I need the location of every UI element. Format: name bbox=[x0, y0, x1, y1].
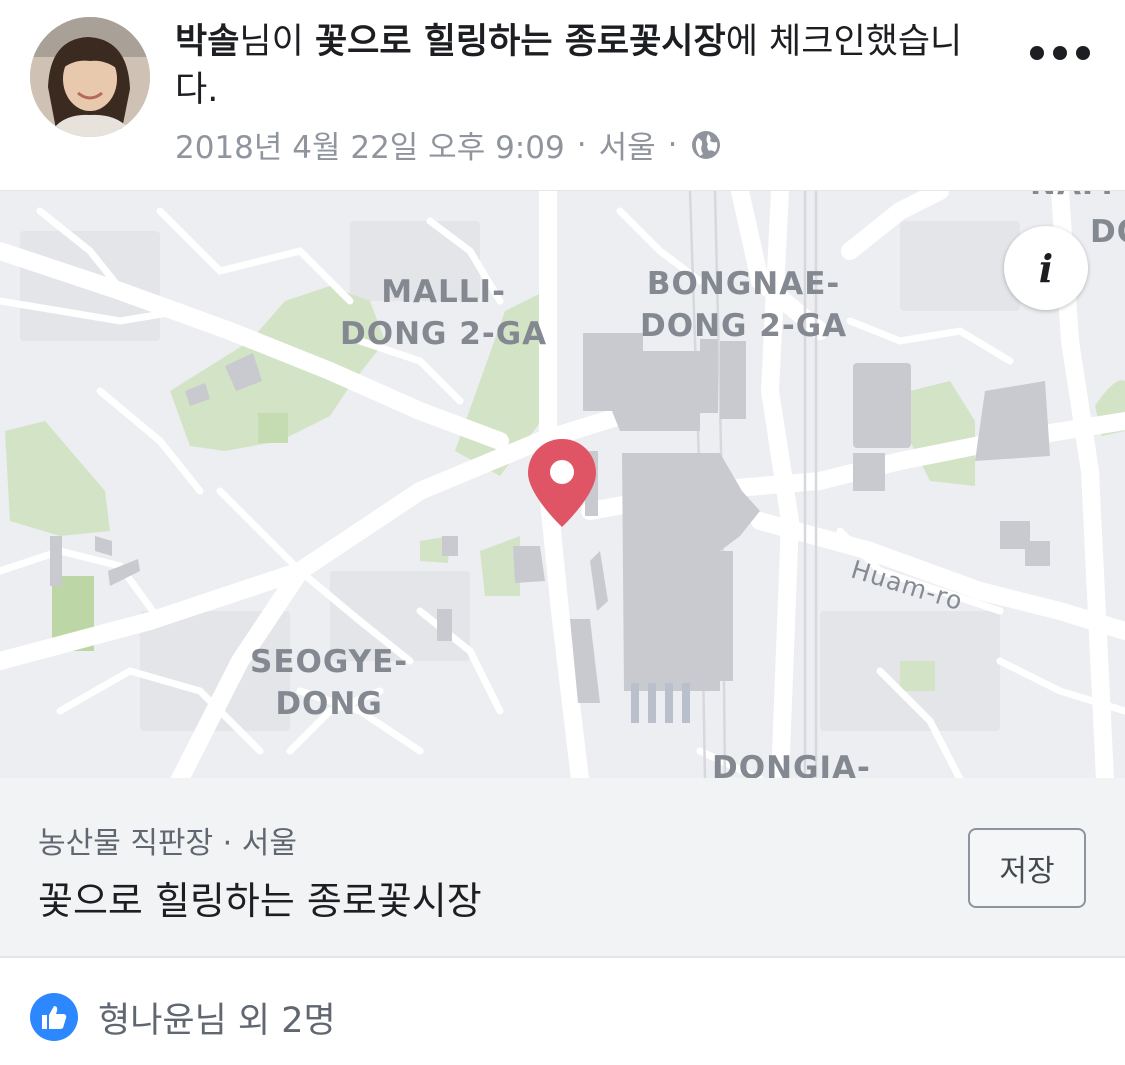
place-name[interactable]: 꽃으로 힐링하는 종로꽃시장 bbox=[38, 870, 482, 925]
more-dot bbox=[1030, 46, 1044, 60]
headline-connector: 님이 bbox=[239, 22, 315, 62]
avatar[interactable] bbox=[30, 17, 150, 137]
map-label-dongja: DONGJA- bbox=[712, 750, 871, 779]
place-category: 농산물 직판장 · 서울 bbox=[38, 826, 297, 861]
post-header: 박솔님이 꽃으로 힐링하는 종로꽃시장에 체크인했습니다. 2018년 4월 2… bbox=[0, 0, 1125, 190]
map-label-seogye: SEOGYE- DONG bbox=[250, 644, 409, 722]
map[interactable]: MALLI- DONG 2-GA BONGNAE- DONG 2-GA SEOG… bbox=[0, 190, 1125, 779]
more-dot bbox=[1076, 46, 1090, 60]
place-link[interactable]: 꽃으로 힐링하는 종로꽃시장 bbox=[315, 22, 726, 62]
globe-icon[interactable] bbox=[691, 130, 721, 160]
more-dot bbox=[1053, 46, 1067, 60]
map-label-malli: MALLI- DONG 2-GA bbox=[340, 274, 548, 352]
meta-separator: · bbox=[667, 126, 678, 163]
location-pin-icon[interactable] bbox=[526, 437, 598, 529]
info-icon: i bbox=[1038, 245, 1054, 291]
reactions-text: 형나윤님 외 2명 bbox=[98, 1000, 336, 1041]
avatar-photo bbox=[30, 17, 150, 137]
save-button[interactable]: 저장 bbox=[968, 828, 1086, 908]
like-icon bbox=[30, 993, 78, 1041]
more-options-icon[interactable] bbox=[1030, 38, 1090, 68]
map-label-bongnae: BONGNAE- DONG 2-GA bbox=[640, 266, 848, 344]
post-meta: 2018년 4월 22일 오후 9:09 · 서울 · bbox=[175, 122, 721, 167]
meta-separator: · bbox=[576, 126, 587, 163]
map-label-edge-nam: NAM bbox=[1030, 191, 1114, 205]
place-card[interactable]: 농산물 직판장 · 서울 꽃으로 힐링하는 종로꽃시장 저장 bbox=[0, 778, 1125, 958]
post-timestamp[interactable]: 2018년 4월 22일 오후 9:09 bbox=[175, 122, 565, 167]
map-info-button[interactable]: i bbox=[1004, 226, 1088, 310]
map-label-edge-do: DO bbox=[1090, 214, 1125, 250]
post-location[interactable]: 서울 bbox=[599, 122, 656, 167]
author-name[interactable]: 박솔 bbox=[175, 22, 239, 62]
post-headline: 박솔님이 꽃으로 힐링하는 종로꽃시장에 체크인했습니다. bbox=[175, 18, 1005, 114]
reactions-summary[interactable]: 형나윤님 외 2명 bbox=[30, 990, 336, 1044]
